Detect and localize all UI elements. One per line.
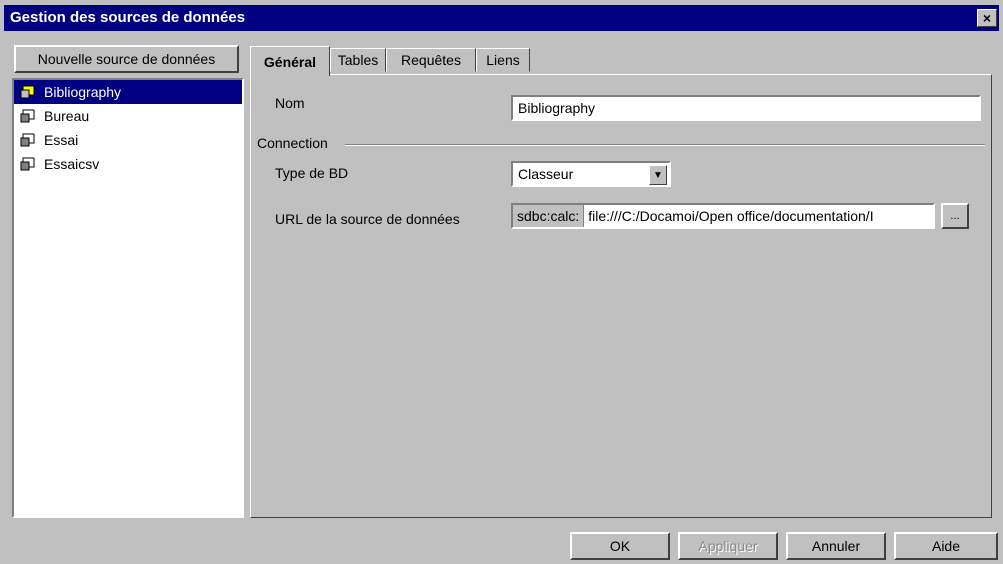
database-icon xyxy=(20,85,35,99)
general-panel: Nom Bibliography Connection Type de BD C… xyxy=(250,74,992,518)
window-title: Gestion des sources de données xyxy=(10,9,246,26)
dbtype-label: Type de BD xyxy=(275,165,349,181)
help-button[interactable]: Aide xyxy=(894,532,998,560)
tab-queries[interactable]: Requêtes xyxy=(386,48,476,72)
list-item-label: Bibliography xyxy=(44,84,122,100)
ok-button[interactable]: OK xyxy=(570,532,670,560)
list-item[interactable]: Bibliography xyxy=(14,80,242,104)
list-item[interactable]: Essaicsv xyxy=(14,152,242,176)
dbtype-value: Classeur xyxy=(518,166,574,182)
apply-button: Appliquer xyxy=(678,532,778,560)
list-item-label: Essai xyxy=(44,132,79,148)
list-item[interactable]: Bureau xyxy=(14,104,242,128)
tab-links[interactable]: Liens xyxy=(476,48,530,72)
url-label: URL de la source de données xyxy=(275,211,460,227)
datasource-list[interactable]: Bibliography Bureau Essai Essaicsv xyxy=(12,78,244,518)
close-icon[interactable]: × xyxy=(977,9,997,27)
name-label: Nom xyxy=(275,95,305,111)
database-icon xyxy=(20,157,35,171)
group-divider xyxy=(345,144,985,146)
url-value: file:///C:/Docamoi/Open office/documenta… xyxy=(588,208,874,224)
browse-button[interactable]: ... xyxy=(941,203,969,229)
tab-tables[interactable]: Tables xyxy=(330,48,386,72)
list-item-label: Bureau xyxy=(44,108,90,124)
title-bar: Gestion des sources de données × xyxy=(4,5,999,31)
dbtype-select[interactable]: Classeur ▼ xyxy=(511,161,671,187)
url-field[interactable]: sdbc:calc: file:///C:/Docamoi/Open offic… xyxy=(511,203,935,229)
connection-group-label: Connection xyxy=(257,135,328,151)
database-icon xyxy=(20,109,35,123)
chevron-down-icon[interactable]: ▼ xyxy=(649,165,667,185)
name-field[interactable]: Bibliography xyxy=(511,95,981,121)
list-item-label: Essaicsv xyxy=(44,156,100,172)
tab-general[interactable]: Général xyxy=(250,46,330,76)
url-prefix: sdbc:calc: xyxy=(513,205,585,227)
database-icon xyxy=(20,133,35,147)
list-item[interactable]: Essai xyxy=(14,128,242,152)
new-datasource-button[interactable]: Nouvelle source de données xyxy=(14,45,239,73)
cancel-button[interactable]: Annuler xyxy=(786,532,886,560)
